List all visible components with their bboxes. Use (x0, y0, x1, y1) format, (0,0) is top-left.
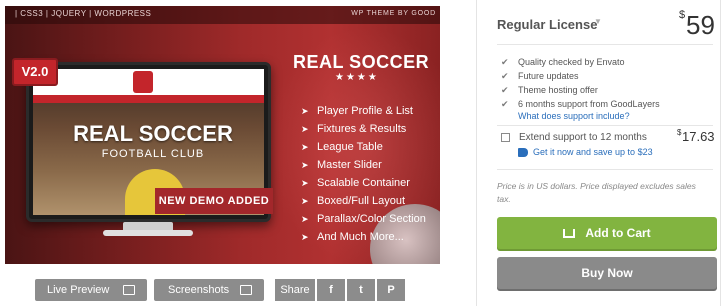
extend-price-amount: 17.63 (682, 129, 715, 144)
mockup-title: REAL SOCCER (73, 121, 233, 146)
mockup-site-header (33, 69, 264, 103)
monitor-stand-base (103, 230, 193, 236)
feature-item: ➤ Scalable Container (301, 174, 426, 192)
feature-item: ➤ League Table (301, 138, 426, 156)
pricing-panel: Regular License ▼ $ 59 ✔ Quality checked … (476, 0, 721, 306)
item-purchase-page: | CSS3 | JQUERY | WORDPRESS WP THEME BY … (0, 0, 721, 306)
price-amount: 59 (686, 10, 715, 40)
extend-offer-text: Get it now and save up to $23 (533, 147, 653, 157)
feature-item: ➤ Fixtures & Results (301, 120, 426, 138)
add-to-cart-button[interactable]: Add to Cart (497, 217, 717, 249)
extend-support-label: Extend support to 12 months (519, 132, 647, 143)
tag-icon (518, 148, 528, 157)
license-feature-item: ✔ Future updates (501, 71, 579, 81)
twitter-icon[interactable]: t (347, 279, 375, 301)
chevron-down-icon[interactable]: ▼ (594, 17, 602, 26)
arrow-icon: ➤ (301, 160, 309, 170)
arrow-icon: ➤ (301, 178, 309, 188)
arrow-icon: ➤ (301, 214, 309, 224)
license-feature-item: ✔ Theme hosting offer (501, 85, 598, 95)
feature-item: ➤ Player Profile & List (301, 102, 426, 120)
extend-support-checkbox[interactable] (501, 133, 510, 142)
divider (497, 169, 713, 170)
pinterest-icon[interactable]: P (377, 279, 405, 301)
live-preview-label: Live Preview (47, 284, 110, 296)
check-icon: ✔ (501, 99, 509, 109)
cart-icon (563, 228, 576, 238)
arrow-icon: ➤ (301, 232, 309, 242)
divider (497, 125, 713, 126)
banner-tech-label: | CSS3 | JQUERY | WORDPRESS (15, 9, 152, 18)
version-badge: V2.0 (12, 58, 58, 86)
club-crest-icon (133, 71, 153, 93)
feature-item: ➤ Master Slider (301, 156, 426, 174)
banner-author-label: WP THEME BY GOOD (351, 10, 436, 17)
screenshots-label: Screenshots (168, 284, 230, 296)
add-to-cart-label: Add to Cart (585, 226, 651, 240)
theme-preview-banner[interactable]: | CSS3 | JQUERY | WORDPRESS WP THEME BY … (5, 6, 440, 264)
extend-price-currency: $ (677, 128, 682, 137)
share-button[interactable]: Share (275, 279, 315, 301)
support-info-link[interactable]: What does support include? (518, 111, 630, 121)
price-note: Price is in US dollars. Price displayed … (497, 181, 696, 204)
feature-item: ➤ Parallax/Color Section (301, 210, 426, 228)
feature-item: ➤ Boxed/Full Layout (301, 192, 426, 210)
license-selector[interactable]: Regular License (497, 17, 597, 32)
share-group: Share f t P (275, 279, 407, 301)
arrow-icon: ➤ (301, 124, 309, 134)
new-demo-tag: NEW DEMO ADDED (155, 188, 273, 214)
divider (497, 44, 713, 45)
image-icon (240, 285, 252, 295)
license-feature-item: ✔ 6 months support from GoodLayers (501, 99, 660, 109)
check-icon: ✔ (501, 57, 509, 67)
check-icon: ✔ (501, 85, 509, 95)
buy-now-label: Buy Now (581, 266, 633, 280)
license-features: ✔ Quality checked by Envato ✔ Future updat… (501, 55, 660, 111)
rating-stars: ★★★★ (335, 72, 379, 83)
price-currency: $ (679, 9, 686, 21)
arrow-icon: ➤ (301, 142, 309, 152)
check-icon: ✔ (501, 71, 509, 81)
facebook-icon[interactable]: f (317, 279, 345, 301)
arrow-icon: ➤ (301, 106, 309, 116)
feature-item: ➤ And Much More... (301, 228, 426, 246)
live-preview-button[interactable]: Live Preview (35, 279, 147, 301)
buy-now-button[interactable]: Buy Now (497, 257, 717, 289)
license-feature-item: ✔ Quality checked by Envato (501, 57, 625, 67)
arrow-icon: ➤ (301, 196, 309, 206)
screenshots-button[interactable]: Screenshots (154, 279, 264, 301)
mockup-subtitle: FOOTBALL CLUB (101, 148, 205, 160)
product-title: REAL SOCCER (293, 52, 430, 72)
feature-list: ➤ Player Profile & List ➤ Fixtures & Resul… (301, 102, 426, 246)
mockup-nav-bar (33, 95, 264, 103)
window-icon (123, 285, 135, 295)
